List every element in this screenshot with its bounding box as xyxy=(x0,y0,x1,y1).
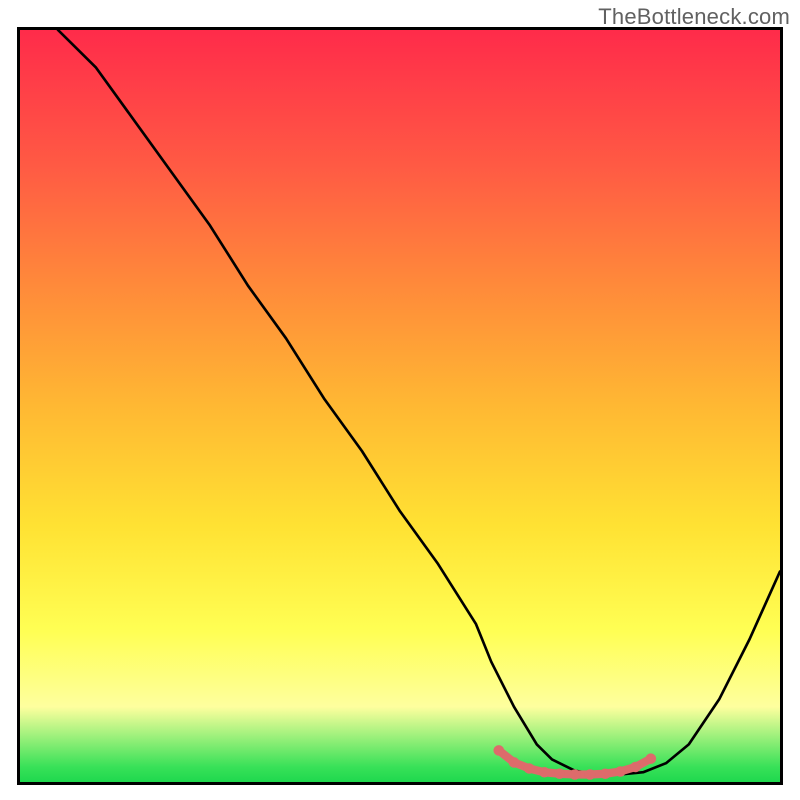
optimal-band-dot xyxy=(509,757,520,768)
optimal-band-dot xyxy=(569,769,580,780)
optimal-band-dot xyxy=(645,753,656,764)
optimal-band-dot xyxy=(493,745,504,756)
bottleneck-curve xyxy=(58,30,780,774)
optimal-band-dot xyxy=(630,762,641,773)
chart-stage: TheBottleneck.com xyxy=(0,0,800,800)
optimal-band-dot xyxy=(615,766,626,777)
optimal-band-dot xyxy=(600,768,611,779)
optimal-band-dot xyxy=(524,763,535,774)
optimal-band-dot xyxy=(554,768,565,779)
plot-area xyxy=(17,27,783,785)
optimal-band-dot xyxy=(539,767,550,778)
optimal-band-dot xyxy=(585,769,596,780)
chart-svg xyxy=(20,30,780,782)
